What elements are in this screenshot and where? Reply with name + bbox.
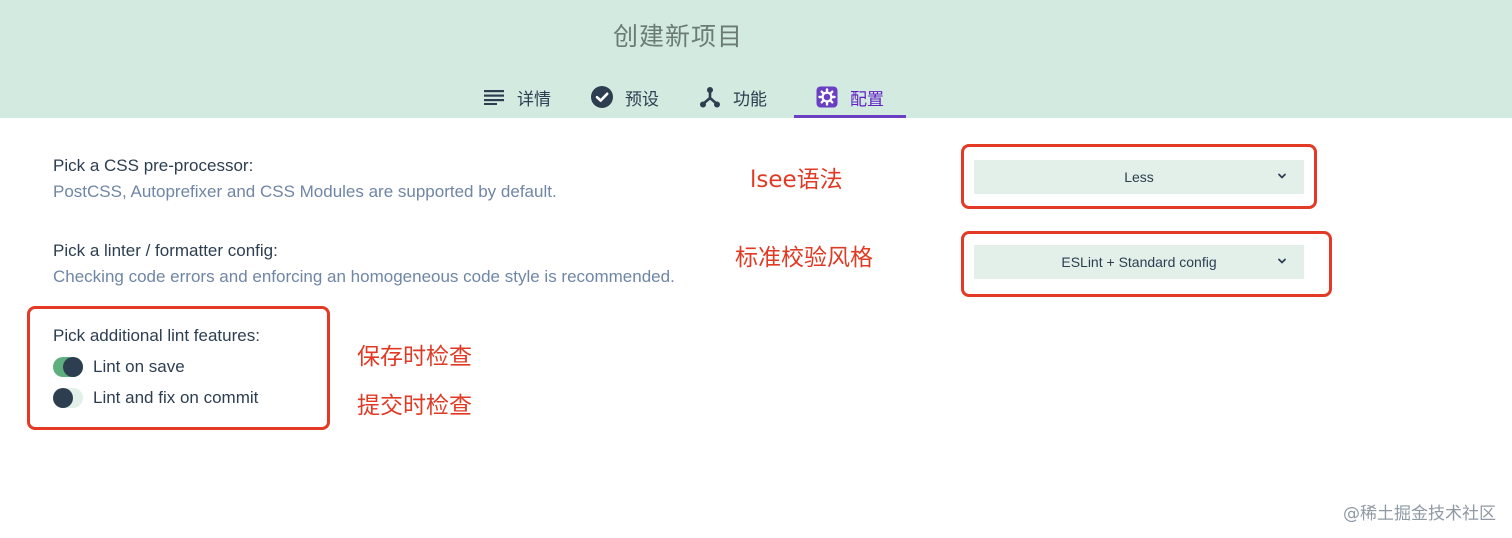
watermark: @稀土掘金技术社区 bbox=[1343, 504, 1496, 524]
linter-config-row: Pick a linter / formatter config: Checki… bbox=[53, 241, 675, 287]
tab-presets[interactable]: 预设 bbox=[578, 76, 686, 118]
settings-icon bbox=[816, 86, 838, 108]
annotation-box-linter bbox=[961, 231, 1332, 297]
tab-bar: 详情 预设 功能 配置 bbox=[470, 76, 906, 118]
check-circle-icon bbox=[591, 86, 613, 108]
tab-details[interactable]: 详情 bbox=[470, 76, 578, 118]
linter-config-description: Checking code errors and enforcing an ho… bbox=[53, 267, 675, 286]
tab-details-label: 详情 bbox=[517, 89, 551, 110]
tab-config[interactable]: 配置 bbox=[794, 76, 906, 118]
fork-icon bbox=[699, 86, 721, 108]
page-title: 创建新项目 bbox=[612, 22, 743, 51]
annotation-box-lint-features bbox=[27, 306, 330, 430]
list-icon bbox=[483, 86, 505, 108]
annotation-linter-style: 标准校验风格 bbox=[735, 245, 873, 271]
tab-features[interactable]: 功能 bbox=[686, 76, 794, 118]
css-preprocessor-description: PostCSS, Autoprefixer and CSS Modules ar… bbox=[53, 182, 557, 201]
header: 创建新项目 详情 预设 功能 配置 bbox=[0, 0, 1512, 118]
annotation-lint-on-commit: 提交时检查 bbox=[357, 393, 472, 419]
css-preprocessor-label: Pick a CSS pre-processor: bbox=[53, 156, 254, 175]
annotation-lint-on-save: 保存时检查 bbox=[357, 344, 472, 370]
tab-config-label: 配置 bbox=[850, 89, 884, 110]
css-preprocessor-row: Pick a CSS pre-processor: PostCSS, Autop… bbox=[53, 156, 557, 202]
tab-features-label: 功能 bbox=[733, 89, 767, 110]
annotation-box-css bbox=[961, 144, 1317, 209]
tab-presets-label: 预设 bbox=[625, 89, 659, 110]
annotation-css-syntax: lsee语法 bbox=[750, 167, 843, 193]
linter-config-label: Pick a linter / formatter config: bbox=[53, 241, 278, 260]
